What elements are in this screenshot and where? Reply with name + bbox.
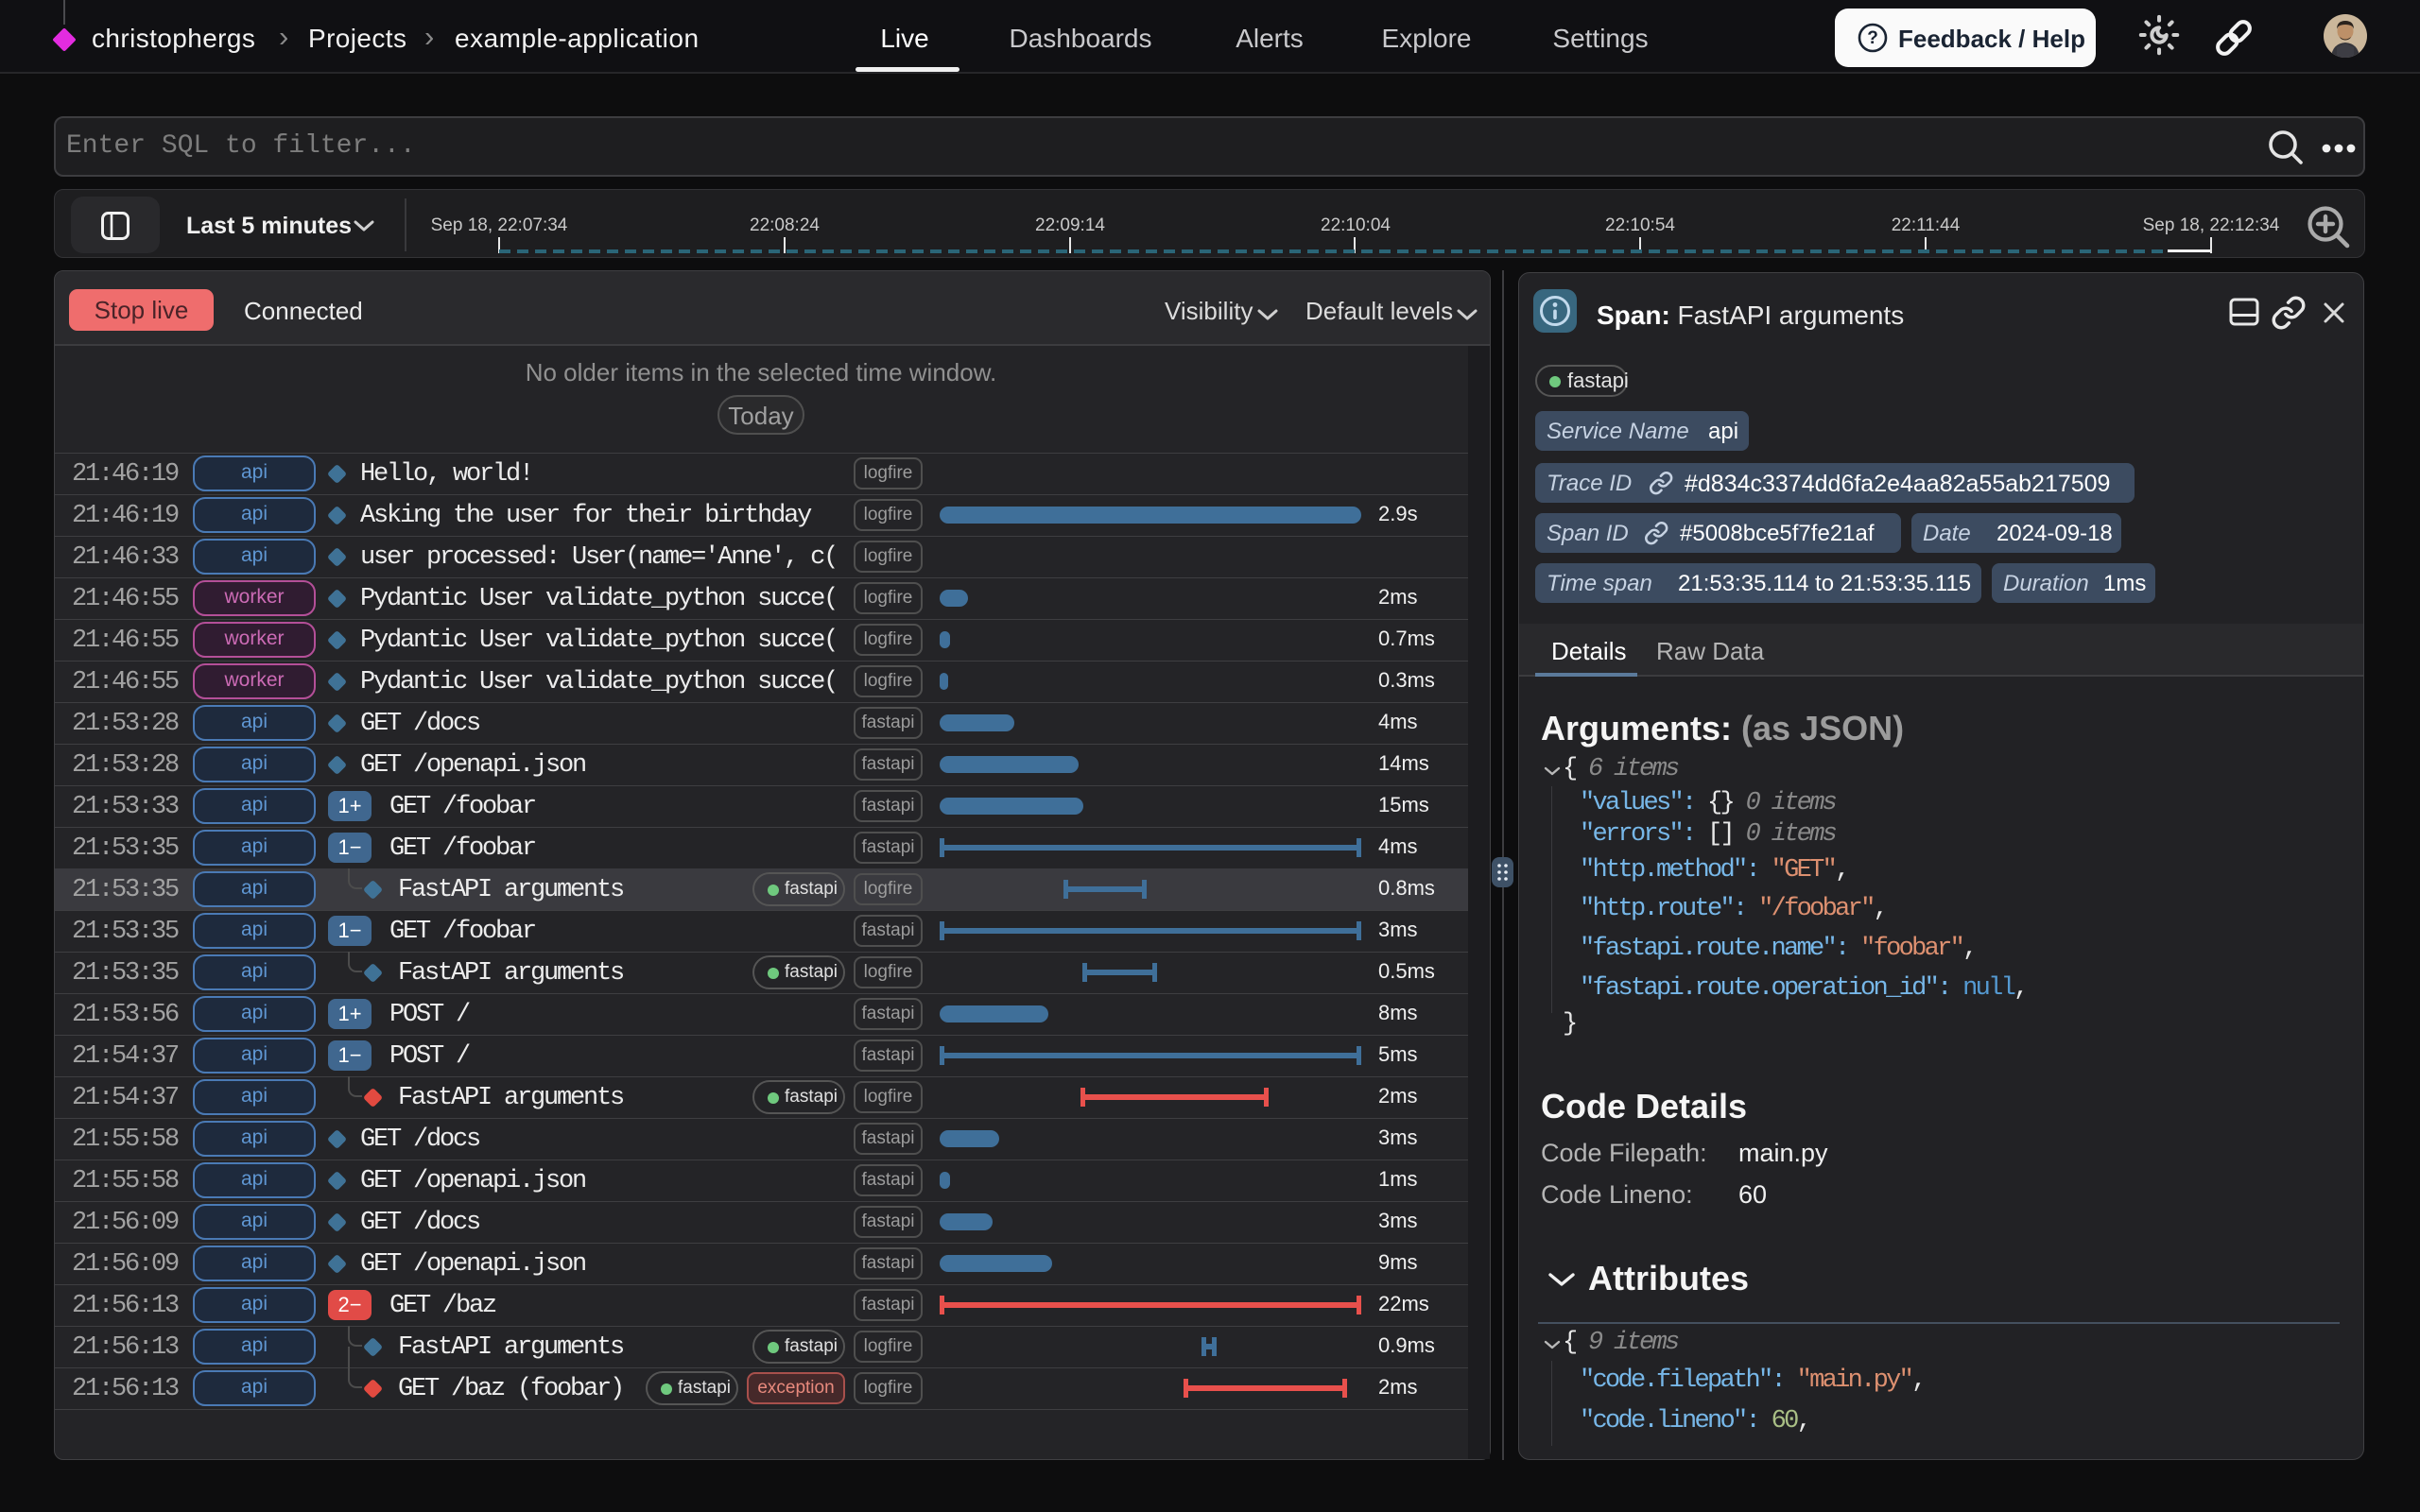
svg-text:?: ? [1867,28,1878,48]
